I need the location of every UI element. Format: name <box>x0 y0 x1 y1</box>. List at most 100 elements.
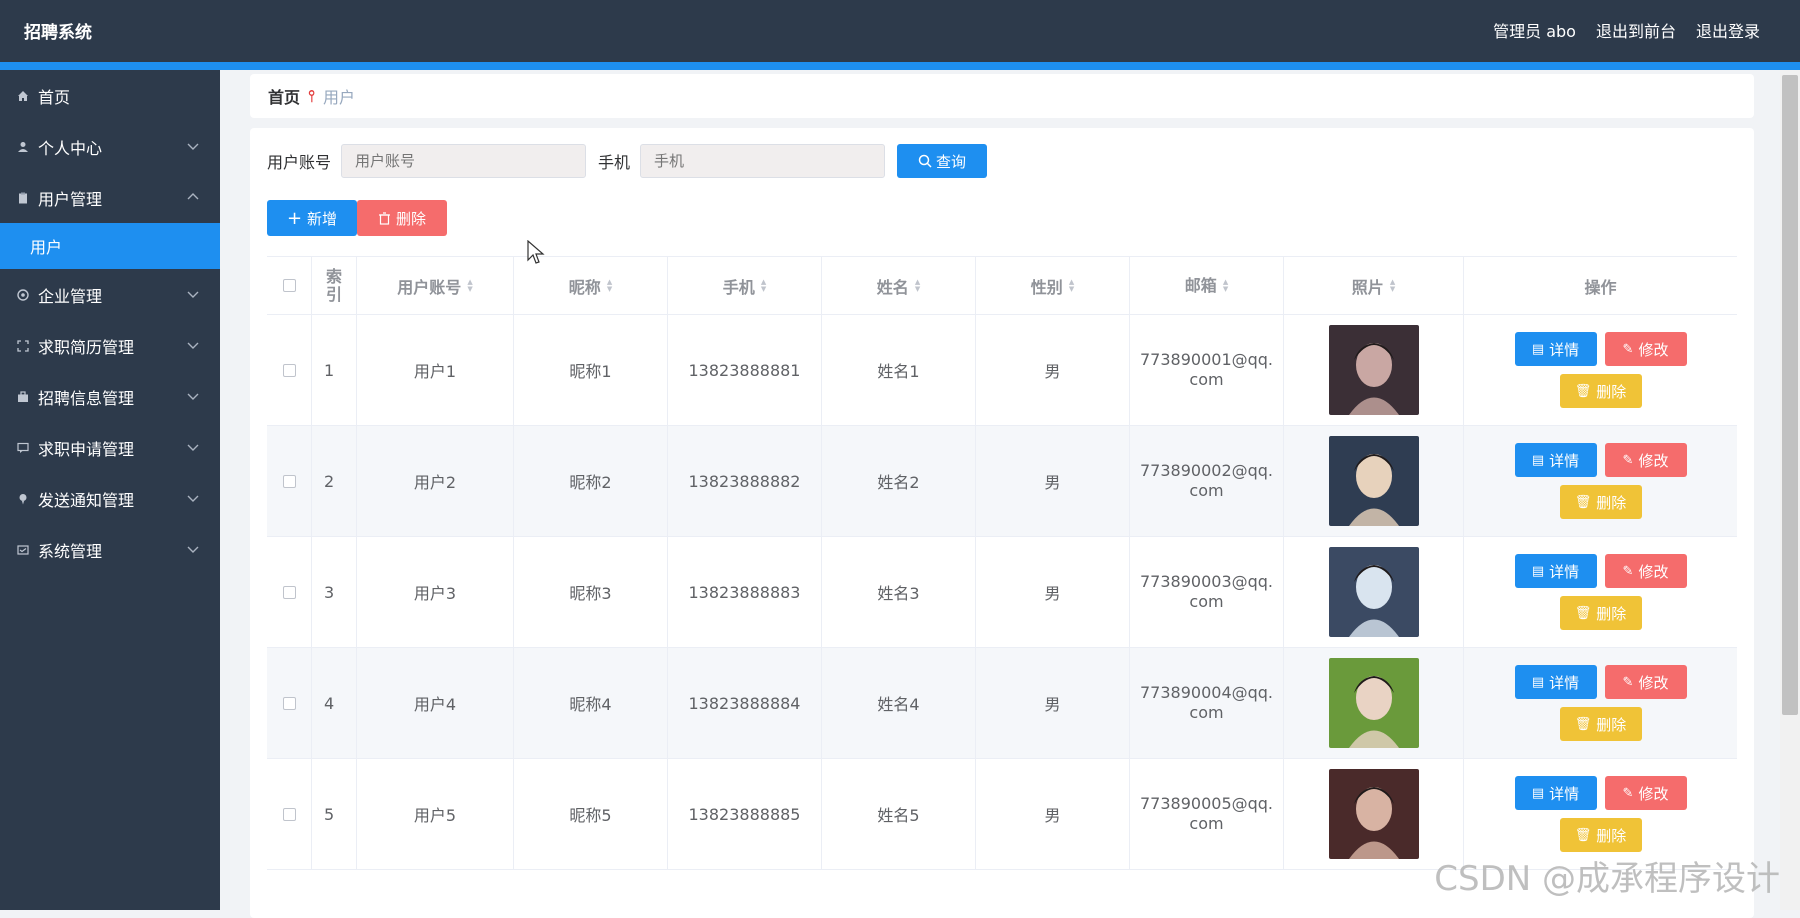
delete-button-label: 删除 <box>396 208 426 229</box>
cell-nickname: 昵称2 <box>514 426 668 536</box>
sidebar-item-notification[interactable]: 发送通知管理 <box>0 473 220 524</box>
detail-label: 详情 <box>1549 450 1579 471</box>
building-icon <box>16 288 30 302</box>
sort-icon: ▲▼ <box>1069 279 1074 293</box>
detail-button[interactable]: ▤详情 <box>1515 332 1597 366</box>
detail-label: 详情 <box>1549 672 1579 693</box>
row-checkbox[interactable] <box>283 364 296 377</box>
row-delete-button[interactable]: 🗑删除 <box>1560 707 1642 741</box>
add-button[interactable]: + 新增 <box>267 200 357 236</box>
row-select-cell <box>267 426 312 536</box>
detail-button[interactable]: ▤ 详情 <box>1515 554 1597 588</box>
sidebar-item-label: 企业管理 <box>38 283 102 307</box>
header-ops: 操作 <box>1464 257 1737 314</box>
detail-label: 详情 <box>1549 783 1579 804</box>
sidebar-item-personal[interactable]: 个人中心 <box>0 121 220 172</box>
cell-name: 姓名1 <box>822 315 976 425</box>
sort-icon: ▲▼ <box>467 279 472 293</box>
batch-delete-button[interactable]: 删除 <box>357 200 447 236</box>
page-scrollbar[interactable] <box>1780 70 1800 910</box>
cell-index: 5 <box>312 759 357 869</box>
user-photo[interactable] <box>1329 658 1419 748</box>
row-delete-button[interactable]: 🗑删除 <box>1560 596 1642 630</box>
cell-nickname: 昵称3 <box>514 537 668 647</box>
sidebar-item-users[interactable]: 用户 <box>0 223 220 269</box>
toolbar: + 新增 删除 <box>267 200 447 236</box>
sidebar-item-label: 求职简历管理 <box>38 334 134 358</box>
account-search-input[interactable] <box>341 144 586 178</box>
header-label: 手机 <box>723 274 755 298</box>
sort-icon: ▲▼ <box>1223 279 1228 293</box>
cell-name: 姓名3 <box>822 537 976 647</box>
sidebar-item-home[interactable]: 首页 <box>0 70 220 121</box>
cell-ops: ▤ 详情 ✎修改 🗑删除 <box>1464 648 1737 758</box>
trash-icon: 🗑 <box>1575 384 1592 399</box>
header-actions: 管理员 abo 退出到前台 退出登录 <box>1493 18 1760 42</box>
sort-icon: ▲▼ <box>1390 279 1395 293</box>
phone-label: 手机 <box>598 149 630 173</box>
back-to-front-link[interactable]: 退出到前台 <box>1596 18 1676 42</box>
header-gender[interactable]: 性别▲▼ <box>976 257 1130 314</box>
row-checkbox[interactable] <box>283 808 296 821</box>
row-checkbox[interactable] <box>283 475 296 488</box>
header-account[interactable]: 用户账号▲▼ <box>357 257 514 314</box>
sidebar-item-user-management[interactable]: 用户管理 <box>0 172 220 223</box>
row-select-cell <box>267 648 312 758</box>
edit-label: 修改 <box>1638 783 1668 804</box>
mouse-cursor-icon <box>527 240 545 266</box>
logout-link[interactable]: 退出登录 <box>1696 18 1760 42</box>
edit-button[interactable]: ✎修改 <box>1605 332 1687 366</box>
cell-name: 姓名4 <box>822 648 976 758</box>
delete-label: 删除 <box>1596 714 1626 735</box>
pencil-icon: ✎ <box>1623 342 1634 357</box>
cell-phone: 13823888881 <box>668 315 822 425</box>
document-icon: ▤ <box>1532 786 1544 801</box>
chevron-up-icon <box>186 190 200 204</box>
row-select-cell <box>267 315 312 425</box>
edit-button[interactable]: ✎修改 <box>1605 776 1687 810</box>
sidebar-item-company[interactable]: 企业管理 <box>0 269 220 320</box>
header-email[interactable]: 邮箱▲▼ <box>1130 257 1284 314</box>
plus-icon: + <box>287 208 302 229</box>
phone-search-input[interactable] <box>640 144 885 178</box>
scrollbar-thumb[interactable] <box>1782 75 1798 715</box>
cell-name: 姓名5 <box>822 759 976 869</box>
sidebar-item-label: 用户管理 <box>38 186 102 210</box>
row-delete-button[interactable]: 🗑删除 <box>1560 374 1642 408</box>
breadcrumb-home[interactable]: 首页 <box>268 84 300 108</box>
edit-button[interactable]: ✎修改 <box>1605 665 1687 699</box>
pencil-icon: ✎ <box>1623 675 1634 690</box>
trash-icon: 🗑 <box>1575 495 1592 510</box>
sidebar-item-system[interactable]: 系统管理 <box>0 524 220 575</box>
row-delete-button[interactable]: 🗑删除 <box>1560 485 1642 519</box>
cell-ops: ▤详情 ✎修改 🗑删除 <box>1464 315 1737 425</box>
row-delete-button[interactable]: 🗑删除 <box>1560 818 1642 852</box>
select-all-checkbox[interactable] <box>283 279 296 292</box>
document-icon: ▤ <box>1532 675 1544 690</box>
cell-photo <box>1284 537 1464 647</box>
edit-button[interactable]: ✎修改 <box>1605 554 1687 588</box>
user-photo[interactable] <box>1329 325 1419 415</box>
header-photo[interactable]: 照片▲▼ <box>1284 257 1464 314</box>
document-icon: ▤ <box>1532 564 1544 579</box>
search-button[interactable]: 查询 <box>897 144 987 178</box>
header-name[interactable]: 姓名▲▼ <box>822 257 976 314</box>
detail-button[interactable]: ▤ 详情 <box>1515 665 1597 699</box>
header-phone[interactable]: 手机▲▼ <box>668 257 822 314</box>
top-bar: 招聘系统 管理员 abo 退出到前台 退出登录 <box>0 0 1800 62</box>
sidebar-item-application[interactable]: 求职申请管理 <box>0 422 220 473</box>
user-photo[interactable] <box>1329 769 1419 859</box>
detail-button[interactable]: ▤详情 <box>1515 443 1597 477</box>
sidebar-subitem-label: 用户 <box>30 234 62 258</box>
user-icon <box>16 140 30 154</box>
row-checkbox[interactable] <box>283 697 296 710</box>
detail-label: 详情 <box>1549 561 1579 582</box>
sidebar-item-recruitment[interactable]: 招聘信息管理 <box>0 371 220 422</box>
sidebar-item-label: 系统管理 <box>38 538 102 562</box>
edit-button[interactable]: ✎修改 <box>1605 443 1687 477</box>
sidebar-item-resume[interactable]: 求职简历管理 <box>0 320 220 371</box>
user-photo[interactable] <box>1329 436 1419 526</box>
detail-button[interactable]: ▤ 详情 <box>1515 776 1597 810</box>
user-photo[interactable] <box>1329 547 1419 637</box>
row-checkbox[interactable] <box>283 586 296 599</box>
